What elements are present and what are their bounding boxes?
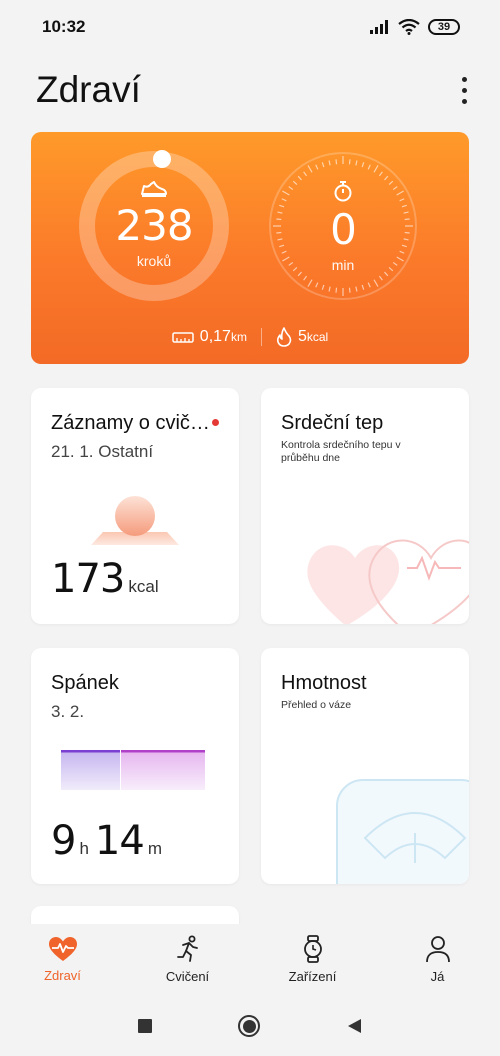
scale-illustration-icon: [336, 779, 469, 884]
workout-card-title: Záznamy o cvič…: [51, 412, 210, 434]
calories-item: 5kcal: [276, 327, 328, 347]
sleep-minutes-unit: m: [147, 839, 162, 858]
watch-icon: [303, 934, 322, 963]
sleep-card-title: Spánek: [51, 672, 119, 694]
sleep-hours-unit: h: [79, 839, 89, 858]
bottom-navigation: Zdraví Cvičení Zařízení Já: [0, 924, 500, 994]
calories-value: 5: [297, 328, 307, 345]
more-dots-icon: [461, 76, 467, 82]
activity-footer: 0,17km 5kcal: [31, 324, 469, 350]
sleep-card-subtitle: 3. 2.: [51, 702, 85, 721]
running-icon: [176, 935, 198, 962]
steps-progress-dot: [153, 150, 171, 168]
flame-icon: [276, 327, 292, 347]
recent-apps-button[interactable]: [138, 1019, 152, 1033]
workout-card-subtitle: 21. 1. Ostatní: [51, 442, 154, 461]
steps-unit: kroků: [136, 253, 172, 269]
status-icons: 39: [370, 19, 460, 35]
wifi-icon: [398, 19, 420, 35]
shoe-icon: [141, 181, 167, 197]
nav-devices[interactable]: Zařízení: [268, 934, 358, 984]
nav-me-label: Já: [430, 968, 445, 984]
workout-kcal-value: 173: [51, 556, 125, 602]
stopwatch-icon: [334, 181, 352, 202]
sleep-chart: [61, 750, 205, 790]
minutes-unit: min: [331, 257, 355, 273]
weight-card-description: Přehled o váze: [281, 699, 352, 711]
nav-devices-label: Zařízení: [288, 968, 337, 984]
steps-value: 238: [115, 201, 193, 250]
heart-illustration-icon: [307, 539, 469, 624]
ruler-icon: [172, 332, 194, 343]
system-navigation-bar: [0, 996, 500, 1056]
status-time: 10:32: [42, 17, 86, 36]
more-options-button[interactable]: [452, 70, 476, 110]
distance-item: 0,17km: [172, 328, 247, 346]
activity-summary-card[interactable]: 238 kroků 0 min 0,17km 5kcal: [31, 132, 469, 364]
sleep-hours-value: 9: [51, 818, 76, 864]
back-button[interactable]: [346, 1018, 362, 1034]
nav-health-label: Zdraví: [44, 967, 81, 983]
sleep-minutes-value: 14: [94, 818, 145, 864]
home-inner-icon: [242, 1019, 256, 1033]
new-record-dot: [212, 419, 219, 426]
distance-value: 0,17: [199, 328, 231, 345]
page-title: Zdraví: [36, 69, 141, 110]
workout-kcal-unit: kcal: [128, 577, 159, 596]
workout-records-card[interactable]: Záznamy o cvič… 21. 1. Ostatní 173 kcal: [31, 388, 239, 624]
signal-icon: [370, 20, 388, 34]
home-button[interactable]: [238, 1015, 260, 1037]
nav-me[interactable]: Já: [393, 935, 483, 984]
status-bar: 10:32 39: [0, 0, 500, 54]
heart-pulse-icon: [48, 936, 77, 961]
battery-indicator: 39: [428, 19, 460, 35]
weight-card-title: Hmotnost: [281, 672, 367, 694]
workout-kcal: 173 kcal: [51, 556, 159, 602]
nav-health[interactable]: Zdraví: [18, 936, 108, 983]
calories-unit: kcal: [306, 330, 329, 344]
sleep-duration: 9 h 14 m: [51, 818, 162, 864]
person-icon: [425, 935, 450, 962]
app-header: Zdraví: [36, 66, 476, 114]
workout-illustration: [91, 496, 179, 545]
heart-rate-card[interactable]: Srdeční tep Kontrola srdečního tepu v pr…: [261, 388, 469, 624]
weight-card[interactable]: Hmotnost Přehled o váze: [261, 648, 469, 884]
sleep-card[interactable]: Spánek 3. 2. 9 h 14 m: [31, 648, 239, 884]
heart-card-title: Srdeční tep: [281, 412, 384, 434]
heart-card-description: Kontrola srdečního tepu v průběhu dne: [281, 439, 401, 464]
distance-unit: km: [230, 330, 247, 344]
nav-exercise-label: Cvičení: [165, 968, 210, 984]
minutes-ring-center: 0 min: [283, 180, 403, 273]
minutes-value: 0: [330, 205, 357, 254]
footer-divider: [260, 328, 262, 346]
nav-exercise[interactable]: Cvičení: [143, 935, 233, 984]
steps-ring-center: 238 kroků: [94, 180, 214, 269]
